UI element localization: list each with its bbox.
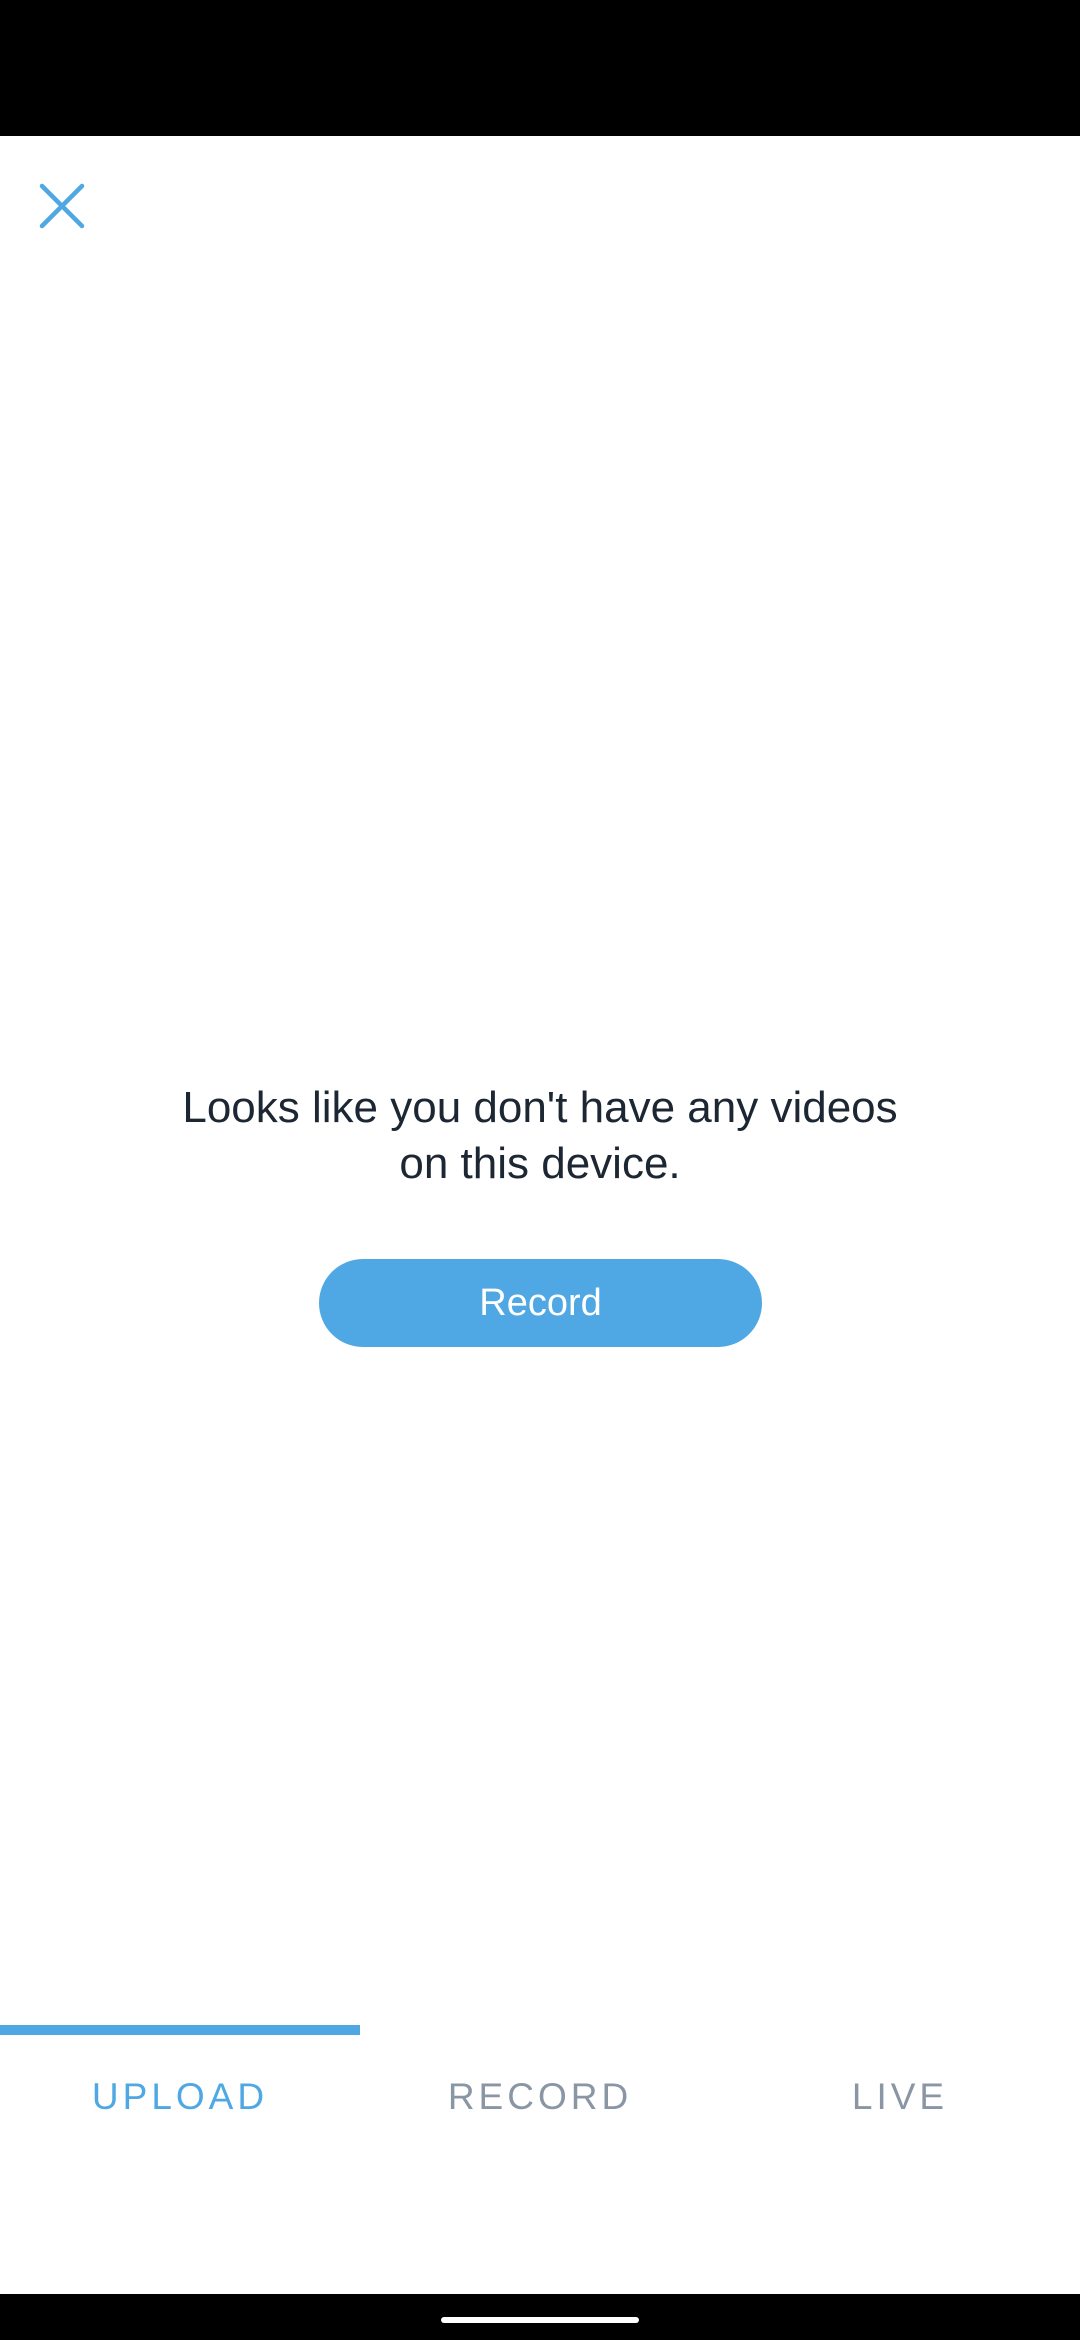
tab-bar: UPLOAD RECORD LIVE bbox=[0, 2025, 1080, 2158]
record-button[interactable]: Record bbox=[319, 1259, 762, 1347]
close-icon bbox=[39, 183, 85, 229]
home-indicator[interactable] bbox=[441, 2317, 639, 2323]
video-picker-screen: Looks like you don't have any videos on … bbox=[0, 136, 1080, 2294]
system-nav-bar bbox=[0, 2294, 1080, 2340]
close-button[interactable] bbox=[22, 166, 102, 246]
empty-state-message: Looks like you don't have any videos on … bbox=[182, 1083, 898, 1188]
active-tab-indicator bbox=[0, 2025, 360, 2035]
tab-live[interactable]: LIVE bbox=[720, 2035, 1080, 2158]
tab-upload[interactable]: UPLOAD bbox=[0, 2035, 360, 2158]
status-bar bbox=[0, 0, 1080, 136]
empty-state: Looks like you don't have any videos on … bbox=[0, 1080, 1080, 1192]
tab-record[interactable]: RECORD bbox=[360, 2035, 720, 2158]
